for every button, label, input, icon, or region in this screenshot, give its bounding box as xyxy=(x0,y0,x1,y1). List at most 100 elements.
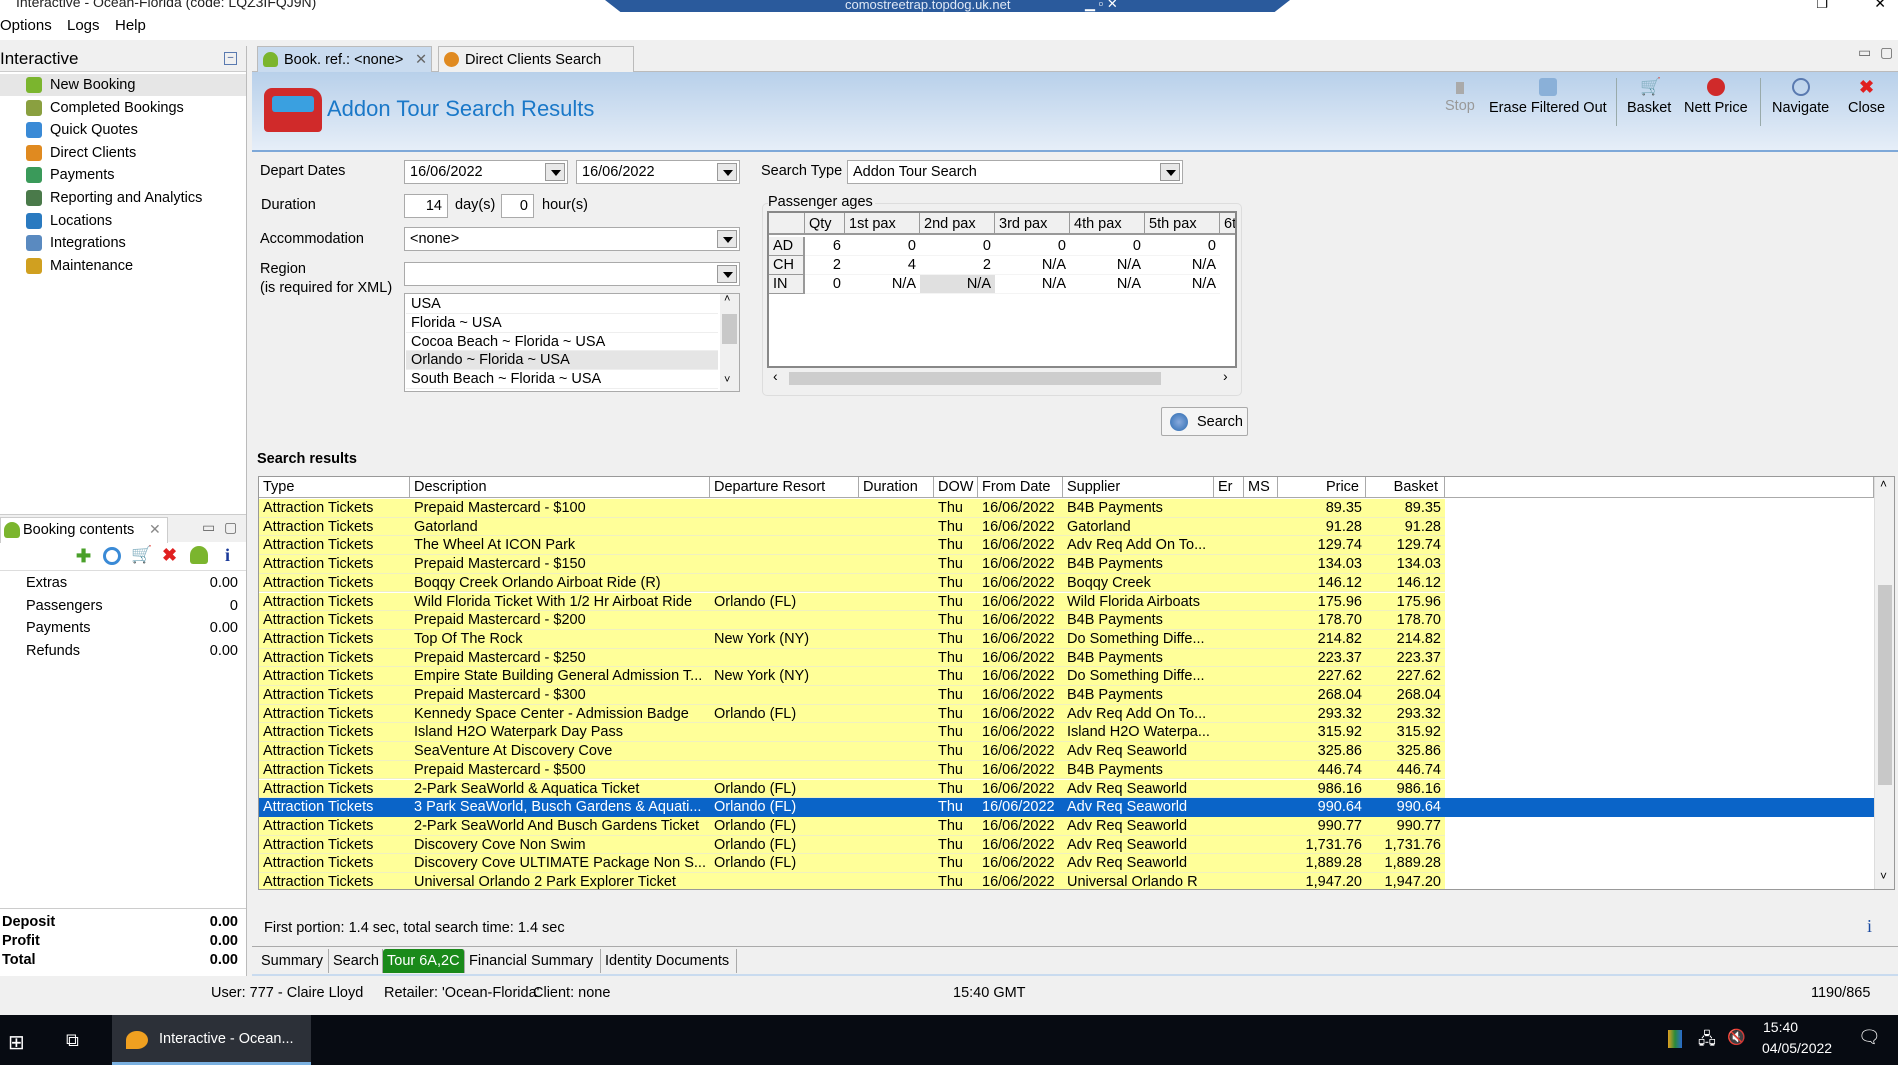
bottom-tab-financial-summary[interactable]: Financial Summary xyxy=(465,949,601,973)
search-button[interactable]: Search xyxy=(1161,407,1248,436)
tray-app-icon[interactable] xyxy=(1668,1030,1682,1048)
scroll-down-icon[interactable]: ˅ xyxy=(724,374,730,386)
scroll-down-icon[interactable]: ˅ xyxy=(1880,869,1887,883)
column-header-ms[interactable]: MS xyxy=(1244,477,1278,498)
volume-muted-icon[interactable]: 🔇 xyxy=(1727,1028,1746,1046)
menu-help[interactable]: Help xyxy=(115,17,146,34)
table-row[interactable]: Attraction Tickets Discovery Cove Non Swi… xyxy=(259,835,1874,855)
close-window-icon[interactable]: ✕ xyxy=(1874,0,1886,12)
results-table[interactable]: Type Description Departure Resort Duration D… xyxy=(258,476,1895,890)
table-row[interactable]: Attraction Tickets SeaVenture At Discover… xyxy=(259,742,1874,761)
dropdown-arrow-icon[interactable] xyxy=(717,163,737,181)
scroll-right-icon[interactable]: › xyxy=(1223,368,1228,384)
scroll-thumb[interactable] xyxy=(789,372,1161,385)
table-row[interactable]: Attraction Tickets Island H2O Waterpark D… xyxy=(259,723,1874,743)
column-header-from-date[interactable]: From Date xyxy=(978,477,1063,498)
sidebar-item-reporting-and-analytics[interactable]: Reporting and Analytics xyxy=(0,187,246,209)
delete-icon[interactable]: ✖ xyxy=(162,545,177,566)
sidebar-item-maintenance[interactable]: Maintenance xyxy=(0,255,246,277)
pax-cell[interactable]: N/A xyxy=(1145,256,1220,275)
pax-cell[interactable]: 2 xyxy=(805,256,845,275)
sidebar-item-payments[interactable]: Payments xyxy=(0,164,246,186)
table-row[interactable]: Attraction Tickets 3 Park SeaWorld, Busch… xyxy=(259,798,1874,817)
depart-to-date[interactable]: 16/06/2022 xyxy=(576,160,740,184)
close-button[interactable]: ✖ Close xyxy=(1848,78,1885,116)
results-scrollbar[interactable]: ˄ ˅ xyxy=(1874,477,1894,889)
scroll-thumb[interactable] xyxy=(722,314,737,344)
info-icon[interactable]: i xyxy=(1867,916,1872,937)
table-row[interactable]: Attraction Tickets The Wheel At ICON Park… xyxy=(259,536,1874,556)
minimize-icon[interactable]: ▭ xyxy=(1858,44,1871,61)
nett-price-button[interactable]: Nett Price xyxy=(1684,78,1748,116)
network-icon[interactable]: 🖧 xyxy=(1698,1028,1716,1055)
pax-cell[interactable]: N/A xyxy=(1070,256,1145,275)
palm-tree-icon[interactable] xyxy=(190,546,208,564)
menu-logs[interactable]: Logs xyxy=(67,17,100,34)
table-row[interactable]: Attraction Tickets Kennedy Space Center -… xyxy=(259,704,1874,724)
region-list-scrollbar[interactable]: ˄ ˅ xyxy=(720,294,739,391)
column-header-price[interactable]: Price xyxy=(1278,477,1366,498)
info-icon[interactable]: i xyxy=(225,545,230,566)
search-type-select[interactable]: Addon Tour Search xyxy=(847,160,1183,184)
tab-direct-clients-search[interactable]: Direct Clients Search xyxy=(438,46,634,72)
table-row[interactable]: Attraction Tickets Universal Orlando 2 Pa… xyxy=(259,873,1874,889)
duration-hours-input[interactable]: 0 xyxy=(501,194,534,218)
bottom-tab-search[interactable]: Search xyxy=(329,949,383,973)
add-icon[interactable]: ✚ xyxy=(76,546,91,567)
pax-cell[interactable]: N/A xyxy=(920,275,995,294)
sidebar-item-integrations[interactable]: Integrations xyxy=(0,232,246,254)
bottom-tab-tour-6a-2c[interactable]: Tour 6A,2C xyxy=(383,949,465,973)
sidebar-item-quick-quotes[interactable]: Quick Quotes xyxy=(0,119,246,141)
column-header-type[interactable]: Type xyxy=(259,477,410,498)
close-tab-icon[interactable]: ✕ xyxy=(415,47,427,73)
pax-cell[interactable]: 0 xyxy=(1145,237,1220,256)
booking-contents-tab[interactable]: Booking contents ✕ xyxy=(0,517,168,543)
pax-cell[interactable]: N/A xyxy=(1145,275,1220,294)
depart-from-date[interactable]: 16/06/2022 xyxy=(404,160,568,184)
stop-button[interactable]: Stop xyxy=(1445,78,1475,114)
pax-cell[interactable]: 0 xyxy=(920,237,995,256)
column-header-duration[interactable]: Duration xyxy=(859,477,934,498)
pax-cell[interactable]: 0 xyxy=(805,275,845,294)
table-row[interactable]: Attraction Tickets Empire State Building … xyxy=(259,667,1874,686)
maximize-icon[interactable]: ▢ xyxy=(1880,44,1893,61)
accommodation-select[interactable]: <none> xyxy=(404,227,740,251)
region-option[interactable]: South Beach ~ Florida ~ USA xyxy=(406,370,718,389)
region-option[interactable]: USA xyxy=(406,295,718,314)
collapse-icon[interactable]: – xyxy=(224,52,237,65)
table-row[interactable]: Attraction Tickets Gatorland Thu 16/06/2022… xyxy=(259,517,1874,537)
table-row[interactable]: Attraction Tickets 2-Park SeaWorld And Bu… xyxy=(259,816,1874,836)
table-row[interactable]: Attraction Tickets Prepaid Mastercard - $… xyxy=(259,611,1874,630)
pax-cell[interactable]: 0 xyxy=(995,237,1070,256)
menu-options[interactable]: Options xyxy=(0,17,52,34)
table-row[interactable]: Attraction Tickets Wild Florida Ticket Wi… xyxy=(259,592,1874,612)
scroll-thumb[interactable] xyxy=(1878,585,1892,785)
basket-transfer-icon[interactable]: 🛒 xyxy=(131,545,152,565)
sidebar-item-locations[interactable]: Locations xyxy=(0,210,246,232)
passenger-ages-grid[interactable]: Qty 1st pax 2nd pax 3rd pax 4th pax 5th pax 6t… xyxy=(767,211,1237,368)
table-row[interactable]: Attraction Tickets Prepaid Mastercard - $… xyxy=(259,686,1874,705)
column-header-description[interactable]: Description xyxy=(410,477,710,498)
pax-horizontal-scrollbar[interactable]: ‹ › xyxy=(767,368,1237,388)
table-row[interactable]: Attraction Tickets Top Of The Rock New Yor… xyxy=(259,629,1874,649)
restore-icon[interactable]: ❐ xyxy=(1816,0,1828,12)
dropdown-arrow-icon[interactable] xyxy=(1160,163,1180,181)
close-tab-icon[interactable]: ✕ xyxy=(149,521,161,538)
dropdown-arrow-icon[interactable] xyxy=(717,265,737,283)
notifications-icon[interactable]: 🗨 xyxy=(1858,1027,1881,1048)
erase-filtered-out-button[interactable]: Erase Filtered Out xyxy=(1489,78,1607,116)
table-row[interactable]: Attraction Tickets Prepaid Mastercard - $… xyxy=(259,499,1874,518)
table-row[interactable]: Attraction Tickets Prepaid Mastercard - $… xyxy=(259,760,1874,780)
column-header-departure-resort[interactable]: Departure Resort xyxy=(710,477,859,498)
table-row[interactable]: Attraction Tickets 2-Park SeaWorld & Aqua… xyxy=(259,779,1874,799)
scroll-up-icon[interactable]: ˄ xyxy=(724,294,730,305)
clock-date[interactable]: 04/05/2022 xyxy=(1762,1040,1832,1056)
column-header-supplier[interactable]: Supplier xyxy=(1063,477,1214,498)
task-view-icon[interactable]: ⧉ xyxy=(66,1030,79,1051)
region-list[interactable]: USA Florida ~ USA Cocoa Beach ~ Florida ~ … xyxy=(404,293,740,392)
maximize-icon[interactable]: ▢ xyxy=(224,519,237,536)
navigate-button[interactable]: Navigate xyxy=(1772,78,1829,116)
dropdown-arrow-icon[interactable] xyxy=(717,230,737,248)
sidebar-item-new-booking[interactable]: New Booking xyxy=(0,74,246,96)
basket-button[interactable]: 🛒 Basket xyxy=(1627,78,1671,117)
